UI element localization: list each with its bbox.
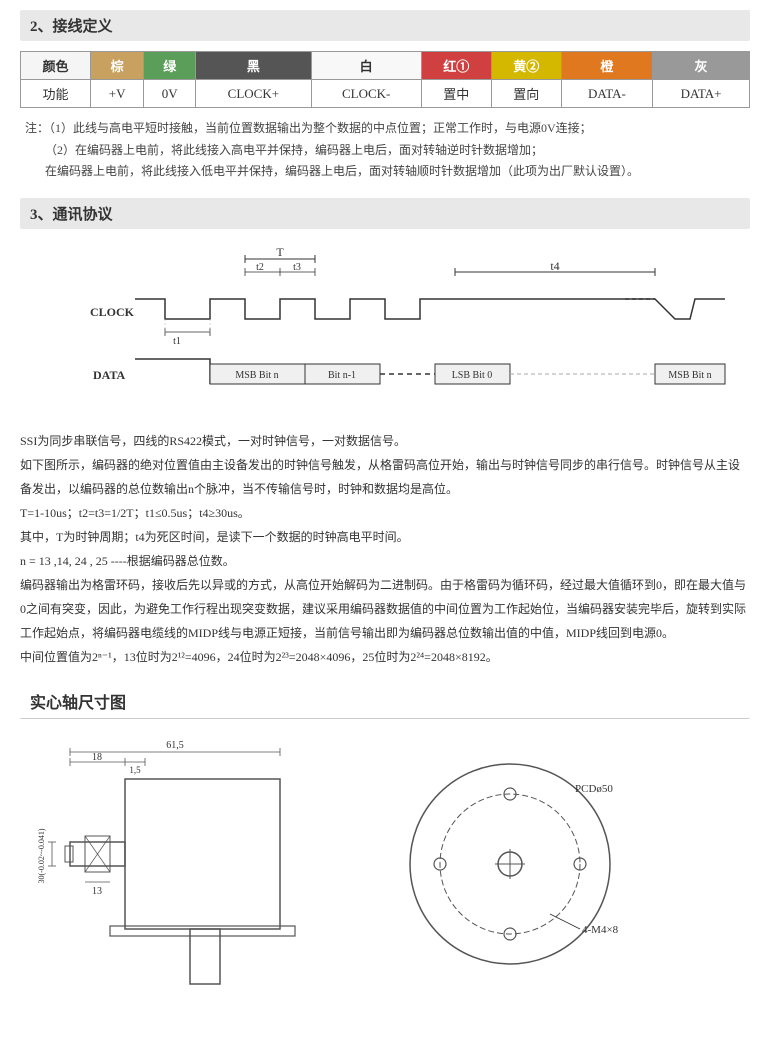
col-green: 绿	[144, 52, 196, 80]
note-3: 在编码器上电前，将此线接入低电平并保持，编码器上电后，面对转轴顺时针数据增加（此…	[25, 161, 750, 183]
para-5: 编码器输出为格雷环码，接收后先以异或的方式，从高位开始解码为二进制码。由于格雷码…	[20, 573, 750, 645]
col-black: 黑	[196, 52, 312, 80]
table-header-row: 颜色 棕 绿 黑 白 红① 黄② 橙 灰	[21, 52, 750, 80]
shaft-diagram: 61,5 18 1,5 13	[30, 734, 750, 1014]
svg-text:MSB Bit n: MSB Bit n	[235, 370, 278, 381]
cell-vplus: +V	[90, 80, 143, 108]
para-4: n = 13 ,14, 24 , 25 ----根据编码器总位数。	[20, 549, 750, 573]
para-0: SSI为同步串联信号，四线的RS422模式，一对时钟信号，一对数据信号。	[20, 429, 750, 453]
table-data-row: 功能 +V 0V CLOCK+ CLOCK- 置中 置向 DATA- DATA+	[21, 80, 750, 108]
col-color: 颜色	[21, 52, 91, 80]
svg-text:t1: t1	[173, 336, 181, 347]
wiring-table: 颜色 棕 绿 黑 白 红① 黄② 橙 灰 功能 +V 0V CLOCK+ CLO…	[20, 51, 750, 108]
shaft-front-view: PCDø50 4-M4×8	[380, 734, 640, 1014]
col-orange: 橙	[561, 52, 652, 80]
col-red: 红①	[421, 52, 491, 80]
svg-text:t2: t2	[256, 262, 264, 273]
svg-text:13: 13	[92, 886, 102, 897]
cell-clkminus: CLOCK-	[311, 80, 421, 108]
svg-text:61,5: 61,5	[166, 740, 184, 751]
section4-title: 实心轴尺寸图	[20, 684, 750, 719]
col-white: 白	[311, 52, 421, 80]
svg-text:4-M4×8: 4-M4×8	[582, 924, 619, 936]
svg-text:LSB Bit 0: LSB Bit 0	[452, 370, 493, 381]
shaft-side-view: 61,5 18 1,5 13	[30, 734, 320, 1014]
para-2: T=1-10us；t2=t3=1/2T；t1≤0.5us；t4≥30us。	[20, 501, 750, 525]
cell-dataplus: DATA+	[653, 80, 750, 108]
note-2: （2）在编码器上电前，将此线接入高电平并保持，编码器上电后，面对转轴逆时针数据增…	[25, 140, 750, 162]
col-yellow: 黄②	[491, 52, 561, 80]
svg-text:1,5: 1,5	[129, 765, 141, 775]
svg-text:DATA: DATA	[93, 368, 126, 382]
cell-clkplus: CLOCK+	[196, 80, 312, 108]
svg-text:18: 18	[92, 752, 102, 763]
row-label: 功能	[21, 80, 91, 108]
cell-direction: 置向	[491, 80, 561, 108]
section3: 3、通讯协议 T t2 t3 t4 CLOCK	[20, 198, 750, 669]
para-3: 其中，T为时钟周期；t4为死区时间，是读下一个数据的时钟高电平时间。	[20, 525, 750, 549]
col-grey: 灰	[653, 52, 750, 80]
cell-0v: 0V	[144, 80, 196, 108]
note-1: 注：（1）此线与高电平短时接触，当前位置数据输出为整个数据的中点位置；正常工作时…	[25, 118, 750, 140]
cell-dataminus: DATA-	[561, 80, 652, 108]
svg-text:T: T	[276, 245, 284, 259]
section2-title: 2、接线定义	[20, 10, 750, 41]
svg-text:t4: t4	[550, 259, 559, 273]
wiring-notes: 注：（1）此线与高电平短时接触，当前位置数据输出为整个数据的中点位置；正常工作时…	[20, 118, 750, 183]
section3-title: 3、通讯协议	[20, 198, 750, 229]
col-brown: 棕	[90, 52, 143, 80]
svg-text:Bit n-1: Bit n-1	[328, 370, 356, 381]
timing-svg: T t2 t3 t4 CLOCK	[35, 244, 735, 414]
para-6: 中间位置值为2ⁿ⁻¹，13位时为2¹²=4096，24位时为2²³=2048×4…	[20, 645, 750, 669]
svg-text:PCDø50: PCDø50	[575, 783, 613, 795]
timing-diagram: T t2 t3 t4 CLOCK	[35, 244, 735, 414]
section4: 实心轴尺寸图 61,5 18 1,5	[20, 684, 750, 1014]
timing-text-block: SSI为同步串联信号，四线的RS422模式，一对时钟信号，一对数据信号。 如下图…	[20, 429, 750, 669]
svg-text:MSB Bit n: MSB Bit n	[668, 370, 711, 381]
svg-text:30(-0.02~-0.041): 30(-0.02~-0.041)	[37, 828, 46, 883]
svg-text:CLOCK: CLOCK	[90, 305, 135, 319]
section2: 2、接线定义 颜色 棕 绿 黑 白 红① 黄② 橙 灰 功能 +V 0V CLO…	[20, 10, 750, 183]
cell-midpoint: 置中	[421, 80, 491, 108]
svg-text:t3: t3	[293, 262, 301, 273]
para-1: 如下图所示，编码器的绝对位置值由主设备发出的时钟信号触发，从格雷码高位开始，输出…	[20, 453, 750, 501]
